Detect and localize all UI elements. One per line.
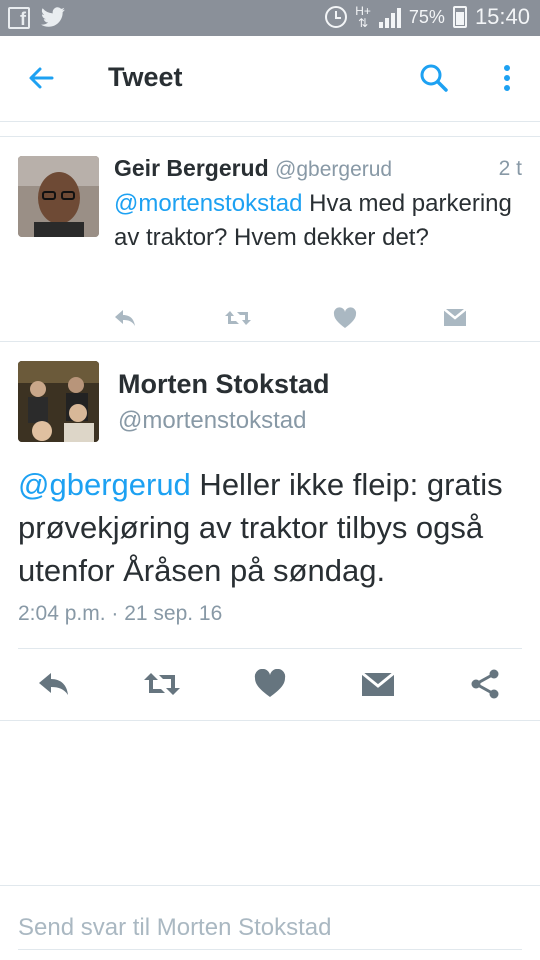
back-arrow-icon: [29, 67, 54, 89]
status-bar: H+⇅ 75% 15:40: [0, 0, 540, 36]
tweet-time: 2 t: [498, 157, 522, 180]
tweet-text: @gbergerud Heller ikke fleip: gratis prø…: [18, 463, 518, 592]
mention-link[interactable]: @gbergerud: [18, 467, 191, 502]
reply-button[interactable]: [36, 669, 72, 699]
alarm-icon: [325, 6, 348, 28]
search-icon: [420, 64, 448, 92]
clock: 15:40: [474, 4, 530, 29]
envelope-icon: [443, 308, 467, 326]
tweet-text: @mortenstokstad Hva med parkering av tra…: [114, 187, 514, 255]
tweet-actions: [18, 648, 522, 718]
reply-icon: [39, 673, 68, 695]
author-name[interactable]: Geir Bergerud: [114, 155, 269, 181]
network-icon: H+ ⇅: [355, 4, 371, 30]
retweet-button[interactable]: [142, 669, 182, 699]
direct-message-button[interactable]: [360, 669, 396, 699]
reply-composer: [0, 885, 540, 960]
reply-button[interactable]: [112, 305, 138, 331]
author-name[interactable]: Morten Stokstad: [118, 369, 330, 400]
overflow-menu-icon: [504, 65, 510, 91]
twitter-icon: [41, 7, 65, 27]
heart-icon: [333, 307, 357, 328]
retweet-icon: [144, 673, 180, 695]
battery-icon: [452, 6, 467, 28]
page-title: Tweet: [108, 62, 183, 92]
direct-message-button[interactable]: [442, 305, 468, 331]
app-bar: Tweet: [0, 36, 540, 122]
tweet-actions: [112, 305, 472, 331]
author-handle[interactable]: @gbergerud: [275, 158, 392, 181]
signal-icon: [378, 6, 401, 28]
share-button[interactable]: [468, 669, 504, 699]
reply-tweet[interactable]: Geir Bergerud @gbergerud 2 t @mortenstok…: [0, 136, 540, 342]
avatar-photo: [18, 361, 99, 442]
author-handle[interactable]: @mortenstokstad: [118, 407, 306, 435]
tweet-timestamp: 2:04 p.m. · 21 sep. 16: [18, 602, 223, 625]
main-tweet: Morten Stokstad @mortenstokstad @gberger…: [0, 343, 540, 721]
retweet-button[interactable]: [224, 305, 251, 331]
battery-percent: 75%: [408, 6, 445, 27]
mention-link[interactable]: @mortenstokstad: [114, 190, 302, 217]
like-button[interactable]: [332, 305, 358, 331]
reply-author: Geir Bergerud @gbergerud: [114, 155, 392, 182]
retweet-icon: [225, 311, 251, 325]
heart-icon: [254, 669, 286, 697]
reply-icon: [115, 310, 135, 326]
reply-input[interactable]: [18, 906, 522, 950]
envelope-icon: [361, 671, 395, 696]
search-button[interactable]: [414, 58, 454, 98]
avatar-photo: [18, 156, 99, 237]
like-button[interactable]: [252, 669, 288, 699]
avatar[interactable]: [18, 361, 99, 442]
facebook-icon: [8, 7, 30, 30]
more-options-button[interactable]: [492, 58, 522, 98]
share-icon: [471, 669, 499, 699]
back-button[interactable]: [22, 58, 62, 98]
avatar[interactable]: [18, 156, 99, 237]
